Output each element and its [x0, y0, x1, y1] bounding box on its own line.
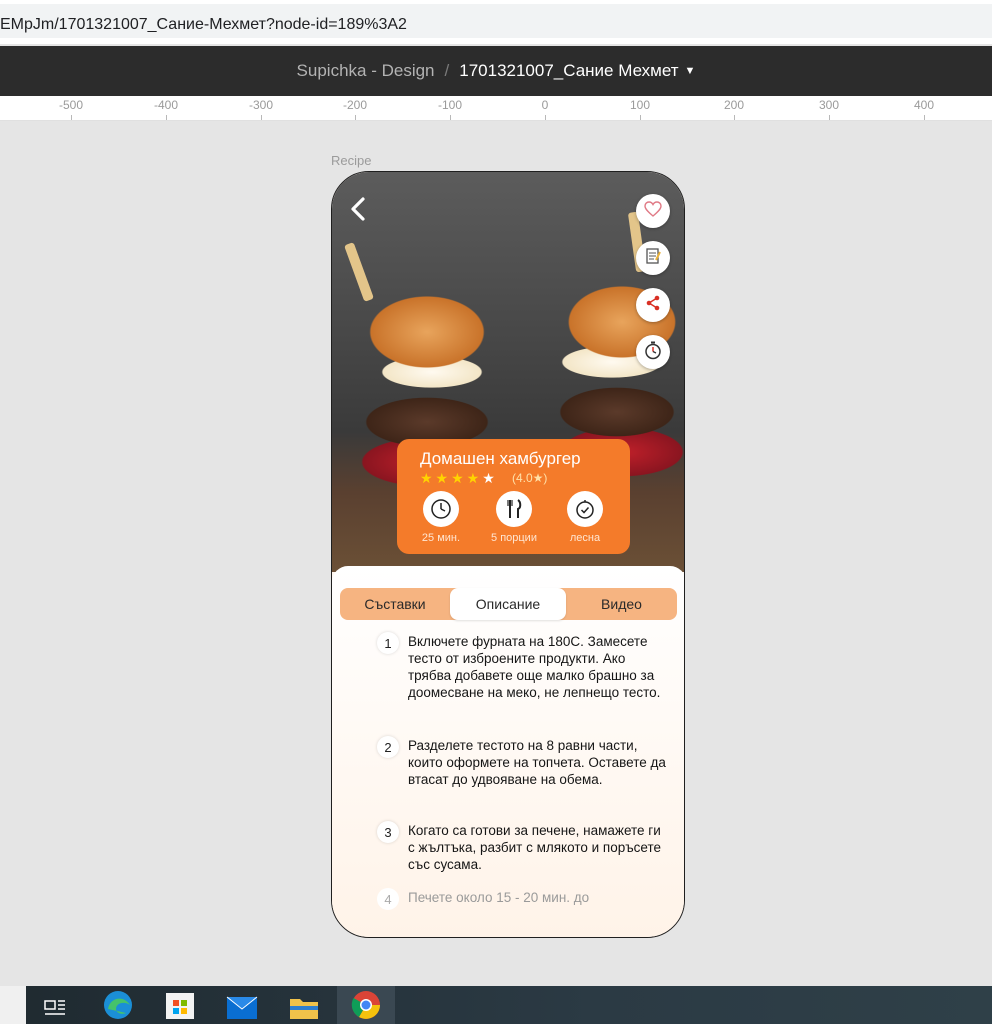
step-text: Когато са готови за печене, намажете ги … [408, 823, 662, 872]
ruler-tick-mark [829, 115, 830, 120]
task-view-icon [43, 997, 67, 1024]
timer-button[interactable] [636, 335, 670, 369]
step-text: Включете фурната на 180С. Замесете тесто… [408, 634, 661, 700]
favorite-button[interactable] [636, 194, 670, 228]
servings-stat: 5 порции [474, 491, 554, 544]
recipe-title: Домашен хамбургер [420, 449, 581, 468]
ruler-tick-mark [166, 115, 167, 120]
ruler-tick: -200 [342, 98, 368, 112]
share-button[interactable] [636, 288, 670, 322]
ruler-tick: -100 [437, 98, 463, 112]
figma-header: Supichka - Design / 1701321007_Сание Мех… [0, 46, 992, 96]
ruler-tick: 100 [629, 98, 651, 112]
ruler-tick-mark [261, 115, 262, 120]
url-text[interactable]: EMpJm/1701321007_Сание-Мехмет?node-id=18… [0, 16, 407, 34]
browser-url-bar: EMpJm/1701321007_Сание-Мехмет?node-id=18… [0, 0, 992, 44]
stopwatch-icon [643, 340, 663, 365]
notepad-icon [644, 247, 662, 270]
step-number: 3 [377, 821, 399, 843]
heart-icon [644, 200, 662, 222]
chrome-button[interactable] [337, 986, 395, 1024]
ruler-tick-mark [924, 115, 925, 120]
recipe-content-sheet: Съставки Описание Видео 1 Включете фурна… [332, 566, 684, 937]
ruler-tick: -400 [153, 98, 179, 112]
ruler-tick-mark [450, 115, 451, 120]
task-view-button[interactable] [26, 986, 84, 1024]
tab-video[interactable]: Видео [566, 588, 677, 620]
windows-taskbar [0, 986, 992, 1024]
edge-browser-button[interactable] [89, 986, 147, 1024]
tab-description[interactable]: Описание [450, 588, 566, 620]
difficulty-stat: лесна [545, 491, 625, 544]
recipe-tabs: Съставки Описание Видео [340, 588, 677, 620]
cook-time-stat: 25 мин. [401, 491, 481, 544]
edge-icon [102, 987, 134, 1024]
project-name[interactable]: Supichka - Design [297, 61, 435, 81]
ruler-tick: 300 [818, 98, 840, 112]
chevron-down-icon[interactable]: ▼ [685, 65, 696, 77]
store-icon [165, 985, 195, 1024]
servings-label: 5 порции [491, 532, 537, 544]
file-explorer-button[interactable] [275, 986, 333, 1024]
step-number: 1 [377, 632, 399, 654]
clock-icon [423, 491, 459, 527]
check-timer-icon [567, 491, 603, 527]
store-button[interactable] [151, 986, 209, 1024]
folder-icon [288, 993, 320, 1024]
ruler-tick: 400 [913, 98, 935, 112]
fork-knife-icon [496, 491, 532, 527]
step-text: Печете около 15 - 20 мин. до [408, 890, 590, 905]
step-number: 4 [377, 888, 399, 910]
ruler-tick-mark [640, 115, 641, 120]
skewer-decoration [344, 242, 374, 302]
rating-stars[interactable]: ★★★★★ [420, 470, 498, 487]
filled-stars: ★★★★ [420, 470, 483, 486]
file-name[interactable]: 1701321007_Сание Мехмет [459, 61, 678, 81]
mail-icon [226, 993, 258, 1024]
url-field[interactable]: EMpJm/1701321007_Сание-Мехмет?node-id=18… [0, 4, 992, 38]
mail-button[interactable] [213, 986, 271, 1024]
difficulty-label: лесна [569, 532, 601, 544]
recipe-info-card: Домашен хамбургер ★★★★★ (4.0★) 25 мин. 5… [397, 439, 630, 554]
ruler-tick: 0 [541, 98, 549, 112]
ruler-tick-mark [71, 115, 72, 120]
cook-time-label: 25 мин. [421, 532, 461, 544]
step-number: 2 [377, 736, 399, 758]
ruler-tick: 200 [723, 98, 745, 112]
recipe-frame[interactable]: Домашен хамбургер ★★★★★ (4.0★) 25 мин. 5… [331, 171, 685, 938]
step-text: Разделете тестото на 8 равни части, коит… [408, 738, 666, 787]
horizontal-ruler: -500 -400 -300 -200 -100 0 100 200 300 4… [0, 96, 992, 121]
empty-star: ★ [482, 470, 498, 486]
share-icon [645, 295, 661, 316]
chrome-icon [350, 987, 382, 1024]
ruler-tick-mark [734, 115, 735, 120]
rating-value: (4.0★) [512, 471, 548, 485]
ruler-tick-mark [355, 115, 356, 120]
ruler-tick-mark [545, 115, 546, 120]
ruler-tick: -300 [248, 98, 274, 112]
ruler-tick: -500 [58, 98, 84, 112]
breadcrumb-separator: / [444, 61, 450, 80]
start-area[interactable] [0, 986, 26, 1024]
notes-button[interactable] [636, 241, 670, 275]
back-chevron-icon[interactable] [346, 196, 372, 222]
file-breadcrumb: Supichka - Design / 1701321007_Сание Мех… [0, 46, 992, 96]
tab-ingredients[interactable]: Съставки [340, 588, 450, 620]
frame-label[interactable]: Recipe [331, 153, 371, 168]
